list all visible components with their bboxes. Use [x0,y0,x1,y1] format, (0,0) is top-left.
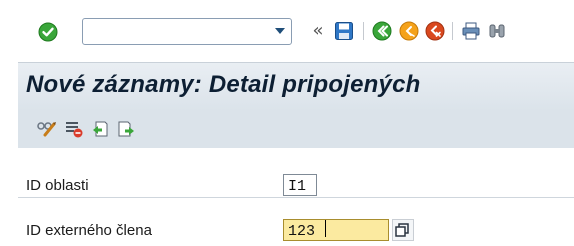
toolbar-separator [363,22,364,40]
area-id-field[interactable] [283,174,317,196]
previous-entry-icon[interactable] [90,119,110,139]
chevron-down-icon[interactable] [275,28,285,34]
next-entry-icon[interactable] [116,119,136,139]
value-help-button[interactable] [392,219,414,241]
external-member-id-field[interactable] [283,219,389,241]
find-icon[interactable] [486,20,508,42]
delete-icon[interactable] [64,119,84,139]
toolbar-separator [452,22,453,40]
external-member-id-label: ID externého člena [26,222,152,239]
back-icon[interactable] [371,20,393,42]
check-icon[interactable] [37,21,59,43]
collapse-toolbar-icon[interactable]: « [309,19,327,41]
page-title: Nové záznamy: Detail pripojených [26,71,421,98]
cancel-icon[interactable] [424,20,446,42]
print-icon[interactable] [460,20,482,42]
display-change-icon[interactable] [36,119,58,139]
exit-icon[interactable] [398,20,420,42]
title-bar: Nové záznamy: Detail pripojených [18,62,574,111]
command-field[interactable] [82,18,292,45]
form-row-area-id: ID oblasti [18,172,574,198]
system-toolbar: « [0,0,574,62]
save-icon[interactable] [333,20,355,42]
command-input[interactable] [87,21,271,44]
area-id-label: ID oblasti [26,177,89,194]
form-row-external-member-id: ID externého člena [18,217,574,243]
text-cursor [325,220,326,237]
value-help-icon [395,223,409,237]
row-divider [18,197,574,198]
application-toolbar [18,110,574,148]
